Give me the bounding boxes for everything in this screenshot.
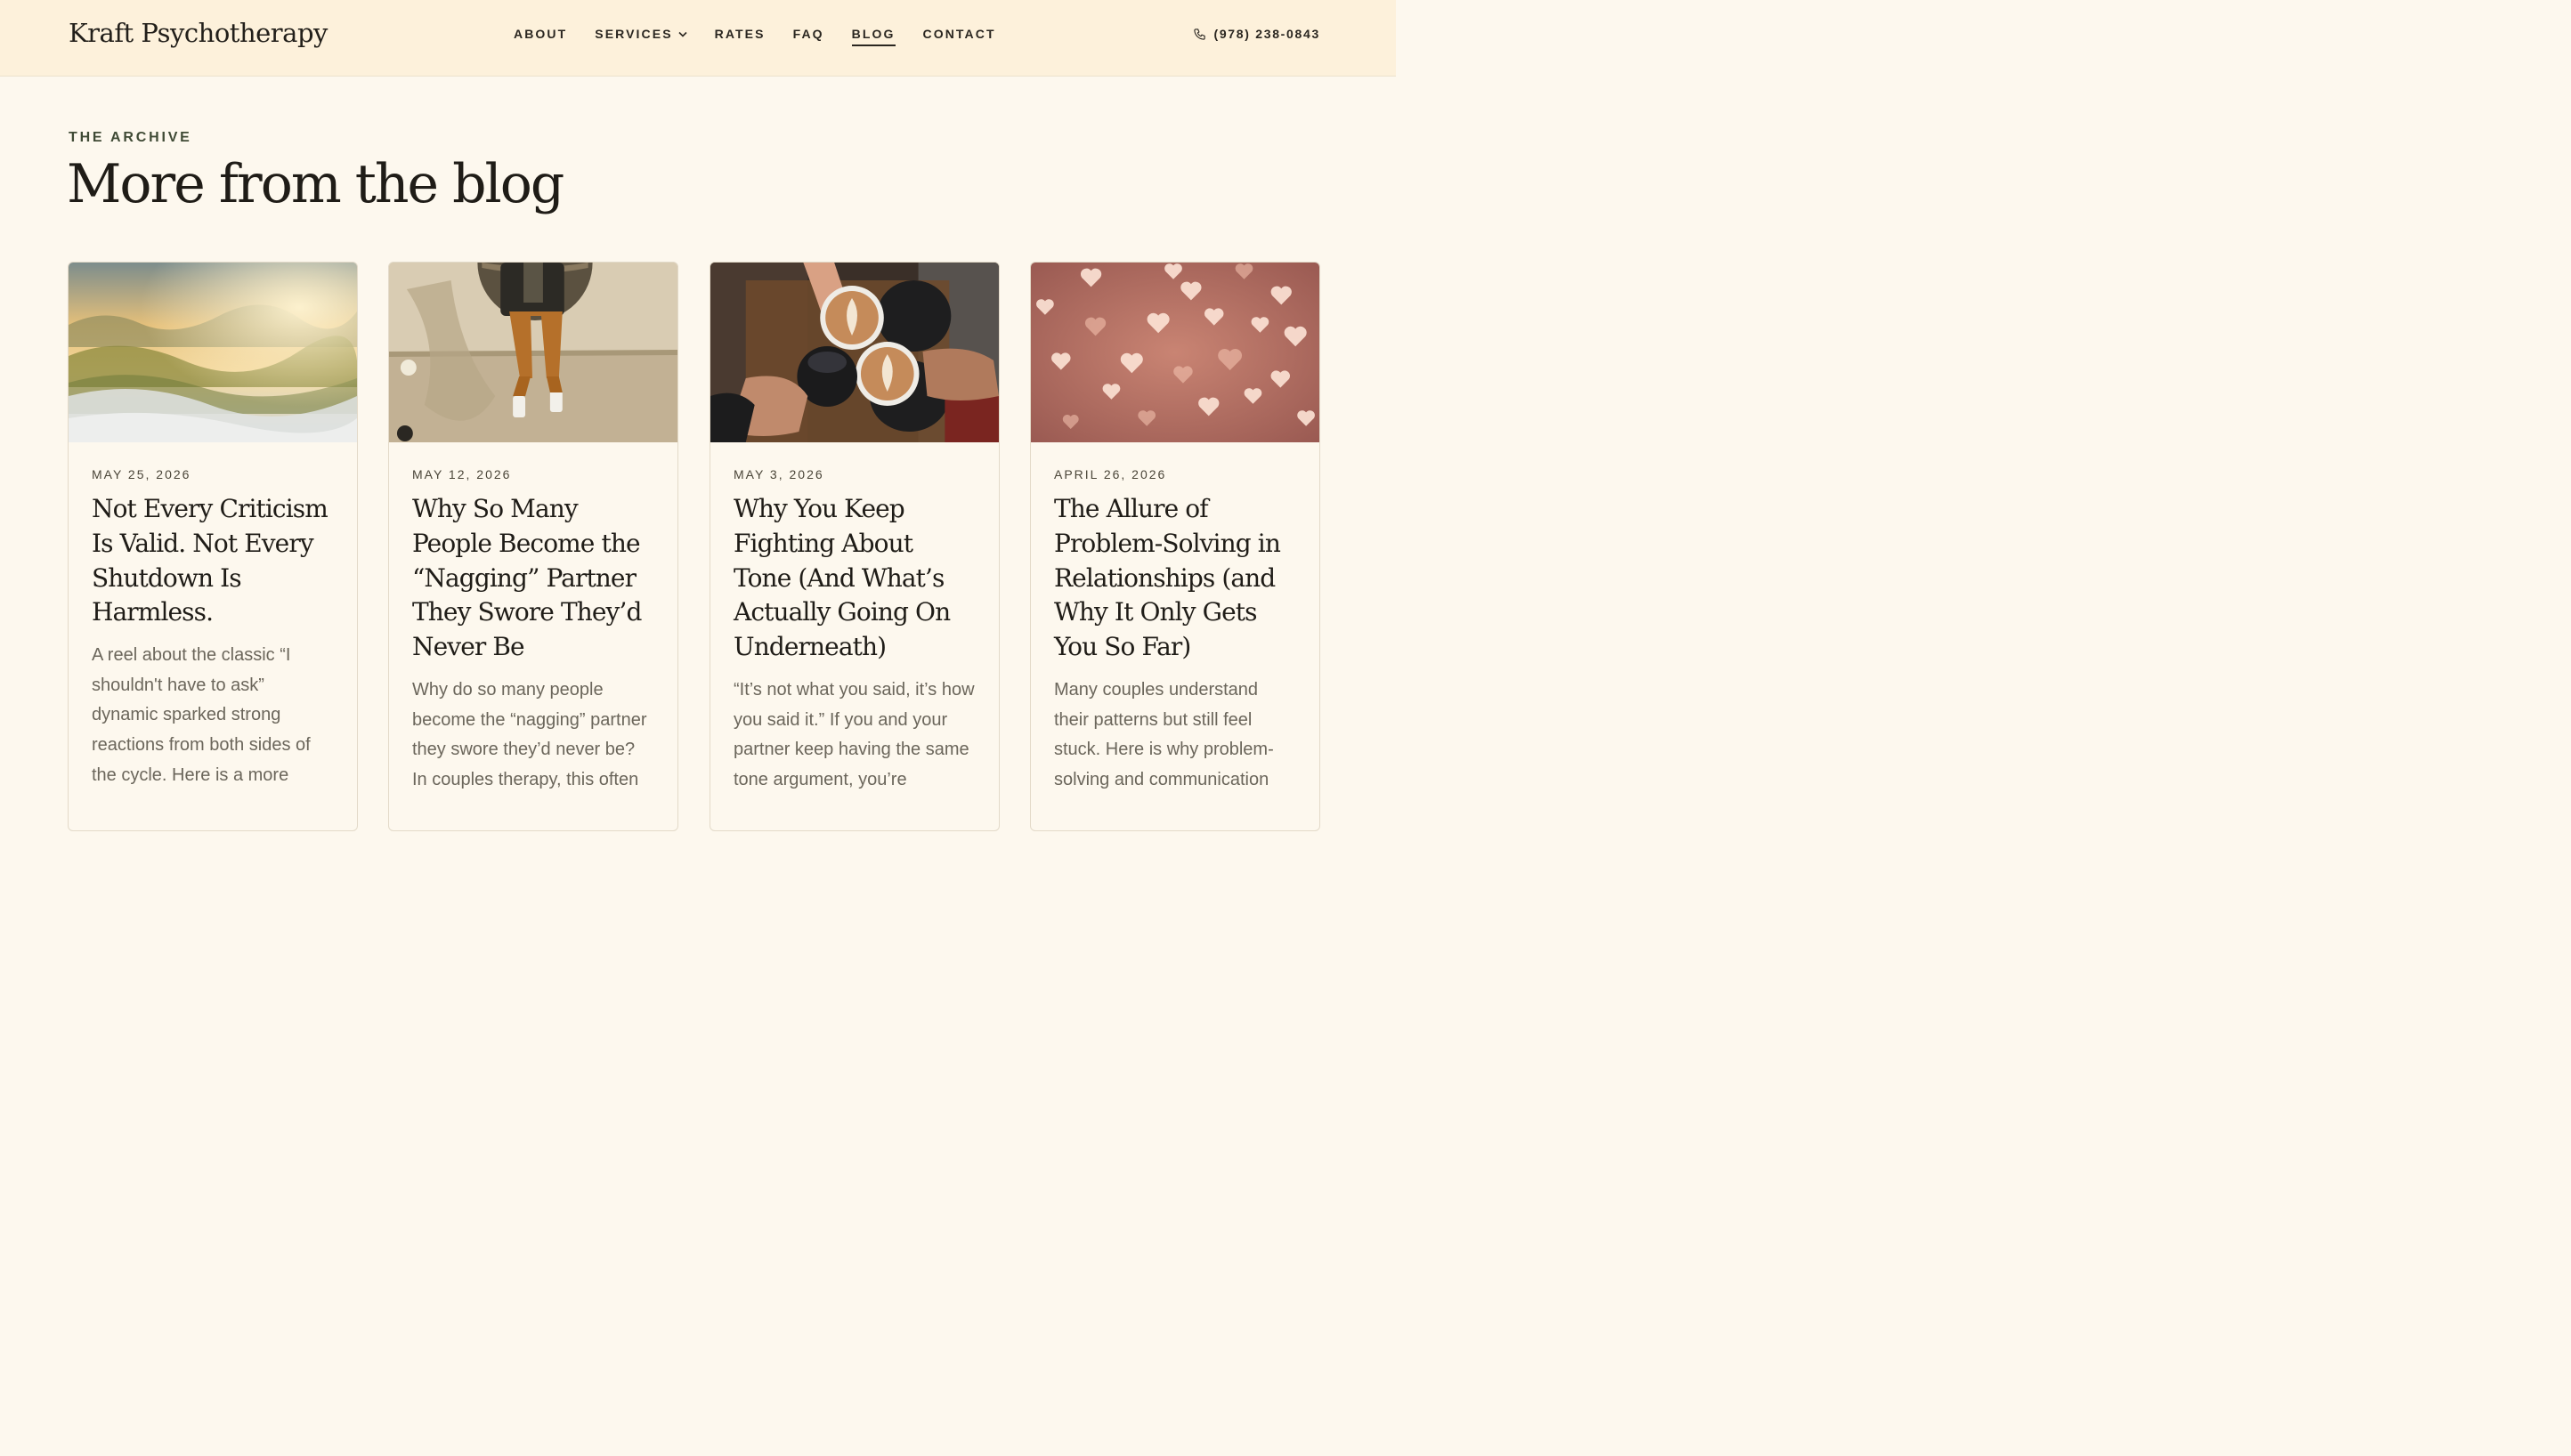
- post-excerpt: Many couples understand their patterns b…: [1054, 679, 1274, 789]
- site-logo[interactable]: Kraft Psychotherapy: [69, 18, 328, 48]
- chevron-down-icon: [678, 31, 687, 37]
- post-date: MAY 12, 2026: [412, 467, 512, 481]
- blog-card[interactable]: MAY 25, 2026 Not Every Criticism Is Vali…: [68, 262, 358, 831]
- nav-faq-label: FAQ: [792, 27, 824, 41]
- post-image-bokeh-hearts[interactable]: [1031, 263, 1319, 442]
- blog-card[interactable]: MAY 12, 2026 Why So Many People Become t…: [388, 262, 678, 831]
- phone-number: (978) 238-0843: [1213, 27, 1320, 41]
- blog-card[interactable]: APRIL 26, 2026 The Allure of Problem-Sol…: [1030, 262, 1320, 831]
- blog-card[interactable]: MAY 3, 2026 Why You Keep Fighting About …: [710, 262, 1000, 831]
- post-title[interactable]: Why So Many People Become the “Nagging” …: [412, 492, 654, 665]
- nav-about-label: ABOUT: [514, 27, 568, 41]
- post-date: MAY 3, 2026: [734, 467, 824, 481]
- blog-card-grid: MAY 25, 2026 Not Every Criticism Is Vali…: [68, 262, 1321, 831]
- post-excerpt: “It’s not what you said, it’s how you sa…: [734, 679, 975, 789]
- nav-services-label: SERVICES: [595, 27, 673, 41]
- phone-link[interactable]: (978) 238-0843: [1193, 27, 1320, 41]
- nav-about[interactable]: ABOUT: [514, 27, 567, 46]
- post-title[interactable]: The Allure of Problem-Solving in Relatio…: [1054, 492, 1296, 665]
- nav-rates[interactable]: RATES: [715, 27, 766, 46]
- post-title[interactable]: Why You Keep Fighting About Tone (And Wh…: [734, 492, 976, 665]
- post-date: MAY 25, 2026: [92, 467, 191, 481]
- nav-faq[interactable]: FAQ: [793, 27, 824, 46]
- nav-rates-label: RATES: [714, 27, 766, 41]
- nav-services[interactable]: SERVICES: [595, 27, 687, 46]
- post-excerpt: A reel about the classic “I shouldn't ha…: [92, 645, 311, 785]
- nav-blog-label: BLOG: [851, 27, 896, 41]
- nav-blog[interactable]: BLOG: [851, 27, 896, 46]
- post-image-person-on-wall[interactable]: [389, 263, 677, 442]
- site-header: Kraft Psychotherapy ABOUT SERVICES RATES…: [0, 0, 1396, 77]
- post-date: APRIL 26, 2026: [1054, 467, 1167, 481]
- post-image-misty-hills[interactable]: [69, 263, 357, 442]
- phone-icon: [1193, 28, 1206, 41]
- main-nav: ABOUT SERVICES RATES FAQ BLOG CONTACT: [514, 27, 1024, 46]
- post-image-coffee-cups[interactable]: [710, 263, 999, 442]
- nav-contact[interactable]: CONTACT: [923, 27, 996, 46]
- nav-contact-label: CONTACT: [922, 27, 996, 41]
- section-eyebrow: THE ARCHIVE: [69, 130, 192, 145]
- page-title: More from the blog: [67, 153, 564, 215]
- post-title[interactable]: Not Every Criticism Is Valid. Not Every …: [92, 492, 334, 630]
- post-excerpt: Why do so many people become the “naggin…: [412, 679, 647, 789]
